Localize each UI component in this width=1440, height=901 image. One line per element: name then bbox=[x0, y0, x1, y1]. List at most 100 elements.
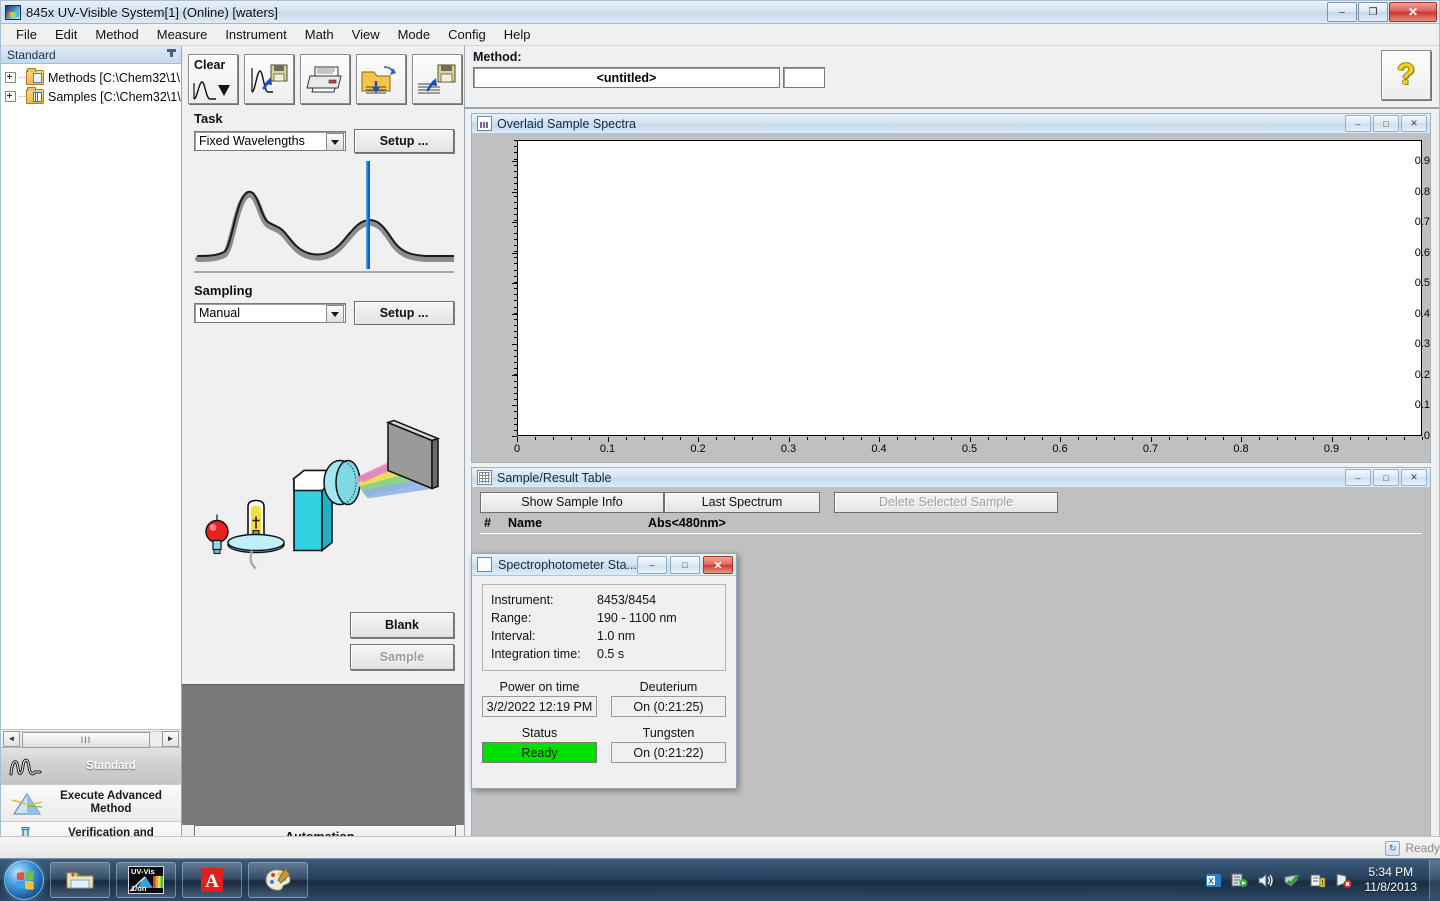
spectra-restore-button[interactable]: □ bbox=[1373, 115, 1399, 132]
y-axis-tick-label: 0.7 bbox=[1393, 216, 1430, 228]
y-axis-tick-label: 0.1 bbox=[1393, 399, 1430, 411]
status-label: Status bbox=[482, 726, 597, 742]
action-center-icon[interactable]: ! bbox=[1309, 872, 1326, 889]
y-axis-tick bbox=[512, 222, 517, 223]
tree-horizontal-scrollbar[interactable]: ◄ III ► bbox=[1, 729, 181, 747]
load-method-button[interactable] bbox=[356, 54, 406, 104]
dialog-minimize-button[interactable]: – bbox=[637, 556, 667, 574]
menu-measure[interactable]: Measure bbox=[148, 25, 217, 44]
menu-file[interactable]: File bbox=[7, 25, 46, 44]
restore-button[interactable]: ❐ bbox=[1358, 2, 1388, 22]
x-axis-minor-tick bbox=[1205, 437, 1206, 440]
expand-plus-icon[interactable] bbox=[5, 91, 16, 102]
menu-help[interactable]: Help bbox=[495, 25, 540, 44]
navigation-pane-header: Standard bbox=[1, 46, 181, 64]
minimize-button[interactable]: – bbox=[1327, 2, 1357, 22]
spectra-minimize-button[interactable]: – bbox=[1345, 115, 1371, 132]
menu-view[interactable]: View bbox=[343, 25, 389, 44]
menu-mode[interactable]: Mode bbox=[389, 25, 440, 44]
task-select[interactable]: Fixed Wavelengths bbox=[194, 131, 346, 151]
menu-method[interactable]: Method bbox=[86, 25, 147, 44]
sampling-select[interactable]: Manual bbox=[194, 303, 346, 323]
sample-button[interactable]: Sample bbox=[350, 644, 454, 670]
close-button[interactable]: ✕ bbox=[1389, 2, 1437, 22]
menu-math[interactable]: Math bbox=[296, 25, 343, 44]
scroll-right-icon[interactable]: ► bbox=[162, 731, 179, 747]
x-axis-minor-tick bbox=[535, 437, 536, 440]
print-button[interactable] bbox=[300, 54, 350, 104]
taskbar-item-acrobat[interactable]: A bbox=[182, 862, 242, 898]
pin-icon[interactable] bbox=[167, 49, 176, 60]
save-method-button[interactable] bbox=[412, 54, 462, 104]
info-value: 0.5 s bbox=[597, 645, 624, 663]
column-header-abs: Abs<480nm> bbox=[648, 516, 726, 530]
sidebar-item-execute-advanced-method[interactable]: Execute Advanced Method bbox=[1, 785, 181, 822]
chevron-down-icon[interactable] bbox=[326, 133, 344, 151]
open-folder-icon bbox=[360, 63, 402, 95]
table-window-title: Sample/Result Table bbox=[492, 471, 611, 485]
scrollbar-track[interactable]: III bbox=[20, 731, 162, 747]
dialog-close-button[interactable]: ✕ bbox=[703, 556, 733, 574]
spectra-close-button[interactable]: ✕ bbox=[1401, 115, 1427, 132]
method-extra-field[interactable] bbox=[783, 67, 825, 88]
start-button[interactable] bbox=[4, 860, 44, 900]
info-row-instrument: Instrument: 8453/8454 bbox=[491, 591, 717, 609]
power-on-time-label: Power on time bbox=[482, 680, 597, 696]
task-panel: Clear bbox=[182, 46, 465, 859]
y-axis-minor-tick bbox=[514, 270, 517, 271]
sampling-setup-button[interactable]: Setup ... bbox=[354, 301, 454, 325]
table-minimize-button[interactable]: – bbox=[1345, 469, 1371, 486]
method-name-field[interactable]: <untitled> bbox=[473, 67, 780, 88]
taskbar-item-uv-vis[interactable]: UV-Vis 1/on bbox=[116, 862, 176, 898]
grating-spectrum-icon bbox=[354, 421, 438, 499]
chevron-down-icon[interactable] bbox=[326, 305, 344, 323]
scrollbar-thumb[interactable]: III bbox=[22, 732, 150, 748]
excel-icon[interactable]: X bbox=[1205, 872, 1222, 889]
volume-icon[interactable] bbox=[1257, 872, 1274, 889]
network-error-icon[interactable] bbox=[1335, 872, 1352, 889]
menu-instrument[interactable]: Instrument bbox=[216, 25, 295, 44]
info-value: 190 - 1100 nm bbox=[597, 609, 677, 627]
table-close-button[interactable]: ✕ bbox=[1401, 469, 1427, 486]
x-axis-minor-tick bbox=[553, 437, 554, 440]
clear-button[interactable]: Clear bbox=[188, 54, 238, 104]
taskbar-item-paint[interactable] bbox=[248, 862, 308, 898]
x-axis-minor-tick bbox=[608, 437, 609, 440]
x-axis-minor-tick bbox=[716, 437, 717, 440]
delete-selected-sample-button[interactable]: Delete Selected Sample bbox=[834, 492, 1058, 513]
x-axis-tick-label: 0.4 bbox=[871, 443, 886, 455]
blank-button[interactable]: Blank bbox=[350, 612, 454, 638]
taskbar-clock[interactable]: 5:34 PM 11/8/2013 bbox=[1361, 865, 1424, 895]
shield-check-icon[interactable] bbox=[1283, 872, 1300, 889]
y-axis-minor-tick bbox=[514, 214, 517, 215]
last-spectrum-button[interactable]: Last Spectrum bbox=[664, 492, 820, 513]
sidebar-item-label: Standard bbox=[47, 760, 181, 773]
help-button[interactable]: ? bbox=[1381, 50, 1431, 100]
info-key: Integration time: bbox=[491, 645, 597, 663]
tree-item-methods[interactable]: ··· Methods [C:\Chem32\1\M bbox=[5, 68, 181, 87]
scroll-left-icon[interactable]: ◄ bbox=[3, 731, 20, 747]
x-axis-tick-label: 0.9 bbox=[1324, 443, 1339, 455]
show-sample-info-button[interactable]: Show Sample Info bbox=[480, 492, 664, 513]
menu-edit[interactable]: Edit bbox=[46, 25, 86, 44]
taskbar-item-explorer[interactable] bbox=[50, 862, 110, 898]
save-spectrum-button[interactable] bbox=[244, 54, 294, 104]
main-toolbar: Clear bbox=[182, 46, 464, 107]
task-setup-button[interactable]: Setup ... bbox=[354, 129, 454, 153]
sidebar-item-standard[interactable]: Standard bbox=[1, 748, 181, 785]
table-restore-button[interactable]: □ bbox=[1373, 469, 1399, 486]
lens-icon bbox=[324, 461, 360, 505]
info-key: Range: bbox=[491, 609, 597, 627]
y-axis-minor-tick bbox=[514, 140, 517, 141]
plot-area[interactable] bbox=[517, 140, 1422, 436]
network-transfer-icon[interactable] bbox=[1231, 872, 1248, 889]
x-axis-minor-tick bbox=[933, 437, 934, 440]
info-key: Interval: bbox=[491, 627, 597, 645]
show-desktop-button[interactable] bbox=[1429, 860, 1440, 900]
x-axis-minor-tick bbox=[843, 437, 844, 440]
dialog-restore-button[interactable]: □ bbox=[670, 556, 700, 574]
menu-config[interactable]: Config bbox=[439, 25, 495, 44]
y-axis-minor-tick bbox=[514, 393, 517, 394]
tree-item-samples[interactable]: ··· Samples [C:\Chem32\1\Da bbox=[5, 87, 181, 106]
expand-plus-icon[interactable] bbox=[5, 72, 16, 83]
